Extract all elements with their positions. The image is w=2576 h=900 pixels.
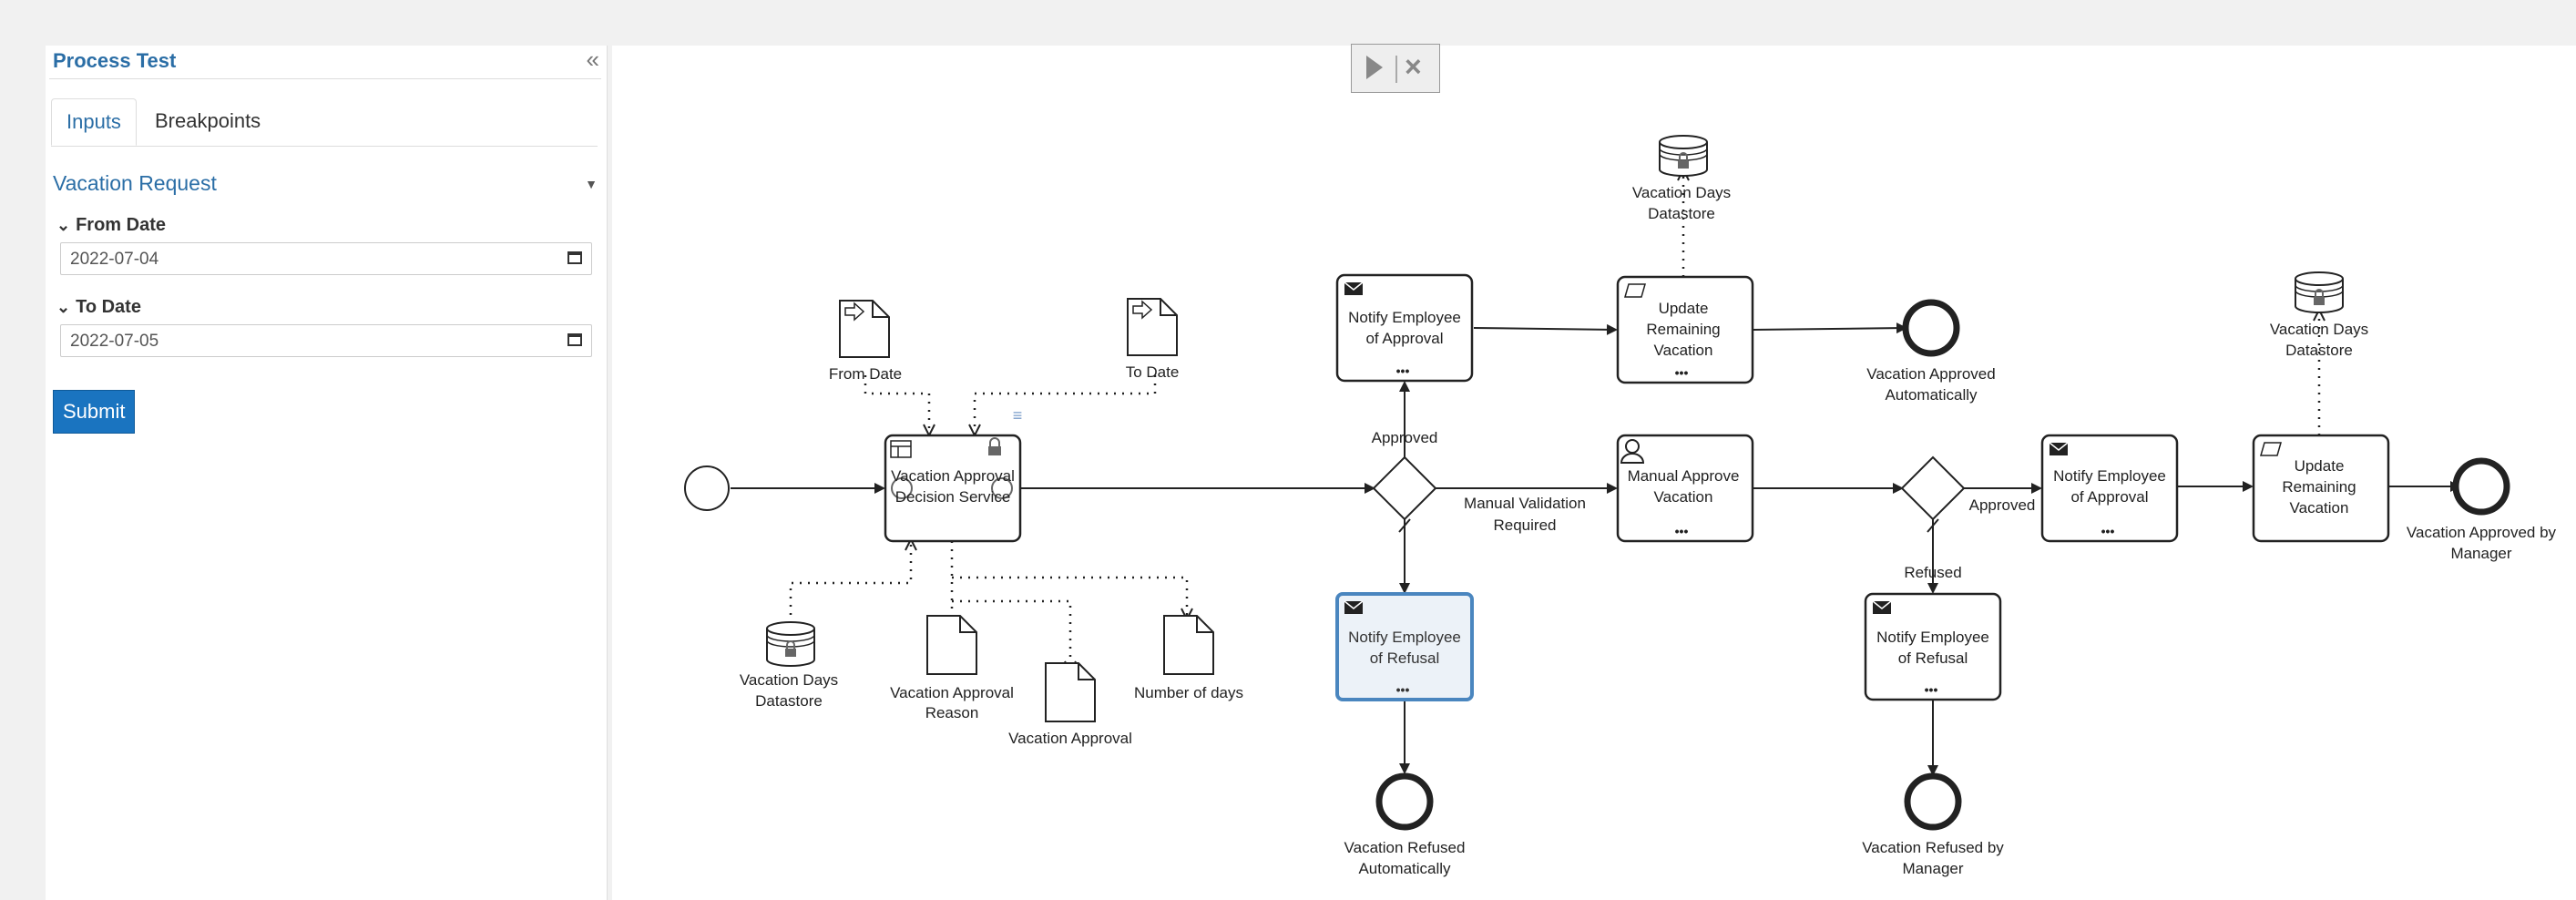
datastore-label-line2: Datastore — [2285, 342, 2353, 359]
end-event-approved-automatically[interactable] — [1902, 299, 1960, 357]
task-label-line2: of Approval — [2070, 488, 2148, 506]
task-label-line3: Vacation — [1654, 342, 1713, 359]
decision-task-line1: Vacation Approval — [891, 467, 1015, 485]
task-label-line2: of Approval — [1365, 330, 1443, 347]
more-icon[interactable]: ••• — [1396, 363, 1410, 378]
assoc-to-date — [975, 375, 1157, 435]
task-label-line1: Notify Employee — [1348, 629, 1461, 646]
task-label-line1: Manual Approve — [1628, 467, 1740, 485]
more-icon[interactable]: ••• — [1925, 682, 1938, 697]
datastore-label-line2: Datastore — [1648, 205, 1715, 222]
task-label-line1: Update — [2295, 457, 2345, 475]
flow-update-to-end — [1752, 322, 1907, 334]
task-label-line1: Notify Employee — [2053, 467, 2166, 485]
more-icon[interactable]: ••• — [2101, 524, 2115, 538]
number-of-days-label: Number of days — [1134, 684, 1243, 701]
end-label-line2: Manager — [1902, 860, 1963, 877]
end-label-line2: Automatically — [1358, 860, 1451, 877]
datastore-vacation-days-1[interactable] — [766, 621, 815, 667]
datastore-vacation-days-3[interactable] — [2295, 271, 2344, 313]
approval-doc-label: Vacation Approval — [1008, 730, 1132, 747]
end-label-line1: Vacation Approved by — [2407, 524, 2557, 541]
end-event-approved-by-manager[interactable] — [2452, 457, 2510, 516]
reason-label-line2: Reason — [925, 704, 979, 721]
end-label-line2: Manager — [2450, 545, 2511, 562]
flow-notify-to-update — [1473, 323, 1618, 335]
task-label-line2: of Refusal — [1370, 649, 1440, 667]
bpmn-diagram: From Date To Date Vacation Approval Reas… — [684, 135, 2557, 877]
more-icon[interactable]: ••• — [1675, 524, 1689, 538]
data-input-to-date[interactable] — [1127, 298, 1178, 356]
datastore-label-line1: Vacation Days — [740, 671, 838, 689]
datastore-label-line2: Datastore — [755, 692, 823, 710]
end-event-refused-by-manager[interactable] — [1904, 772, 1962, 831]
gateway-manual-approval[interactable] — [1900, 455, 1966, 521]
task-label-line1: Notify Employee — [1348, 309, 1461, 326]
end-label-line1: Vacation Refused by — [1862, 839, 2004, 856]
data-object-vacation-approval[interactable] — [1045, 662, 1096, 722]
datastore-vacation-days-2[interactable] — [1659, 135, 1708, 177]
task-label-line2: of Refusal — [1898, 649, 1968, 667]
data-object-number-of-days[interactable] — [1163, 615, 1214, 675]
manual-validation-line1: Manual Validation — [1464, 495, 1586, 512]
from-date-label: From Date — [829, 365, 902, 383]
refused-flow-label: Refused — [1904, 564, 1961, 581]
data-object-reason[interactable] — [926, 615, 977, 675]
end-label-line1: Vacation Refused — [1344, 839, 1466, 856]
end-label-line2: Automatically — [1885, 386, 1978, 404]
task-label-line2: Vacation — [1654, 488, 1713, 506]
reason-label-line1: Vacation Approval — [890, 684, 1014, 701]
more-icon[interactable]: ••• — [1675, 365, 1689, 380]
datastore-label-line1: Vacation Days — [2270, 321, 2368, 338]
approved-flow-label: Approved — [1372, 429, 1438, 446]
assoc-datastore — [789, 539, 911, 623]
task-label-line3: Vacation — [2290, 499, 2349, 516]
data-input-from-date[interactable] — [839, 300, 890, 358]
start-event[interactable] — [684, 465, 730, 511]
decision-task-line2: Decision Service — [895, 488, 1011, 506]
end-event-refused-automatically[interactable] — [1375, 772, 1434, 831]
to-date-label: To Date — [1126, 363, 1180, 381]
assoc-days — [952, 576, 1187, 619]
datastore-label-line1: Vacation Days — [1632, 184, 1731, 201]
task-label-line1: Notify Employee — [1876, 629, 1989, 646]
manual-validation-line2: Required — [1494, 516, 1557, 534]
menu-icon[interactable]: ≡ — [1013, 406, 1023, 424]
task-label-line2: Remaining — [1646, 321, 1720, 338]
task-label-line1: Update — [1659, 300, 1709, 317]
approved-flow-label: Approved — [1969, 496, 2036, 514]
gateway-approval[interactable] — [1372, 455, 1437, 521]
assoc-from-date — [864, 375, 929, 435]
task-label-line2: Remaining — [2282, 478, 2356, 496]
end-label-line1: Vacation Approved — [1866, 365, 1995, 383]
more-icon[interactable]: ••• — [1396, 682, 1410, 697]
